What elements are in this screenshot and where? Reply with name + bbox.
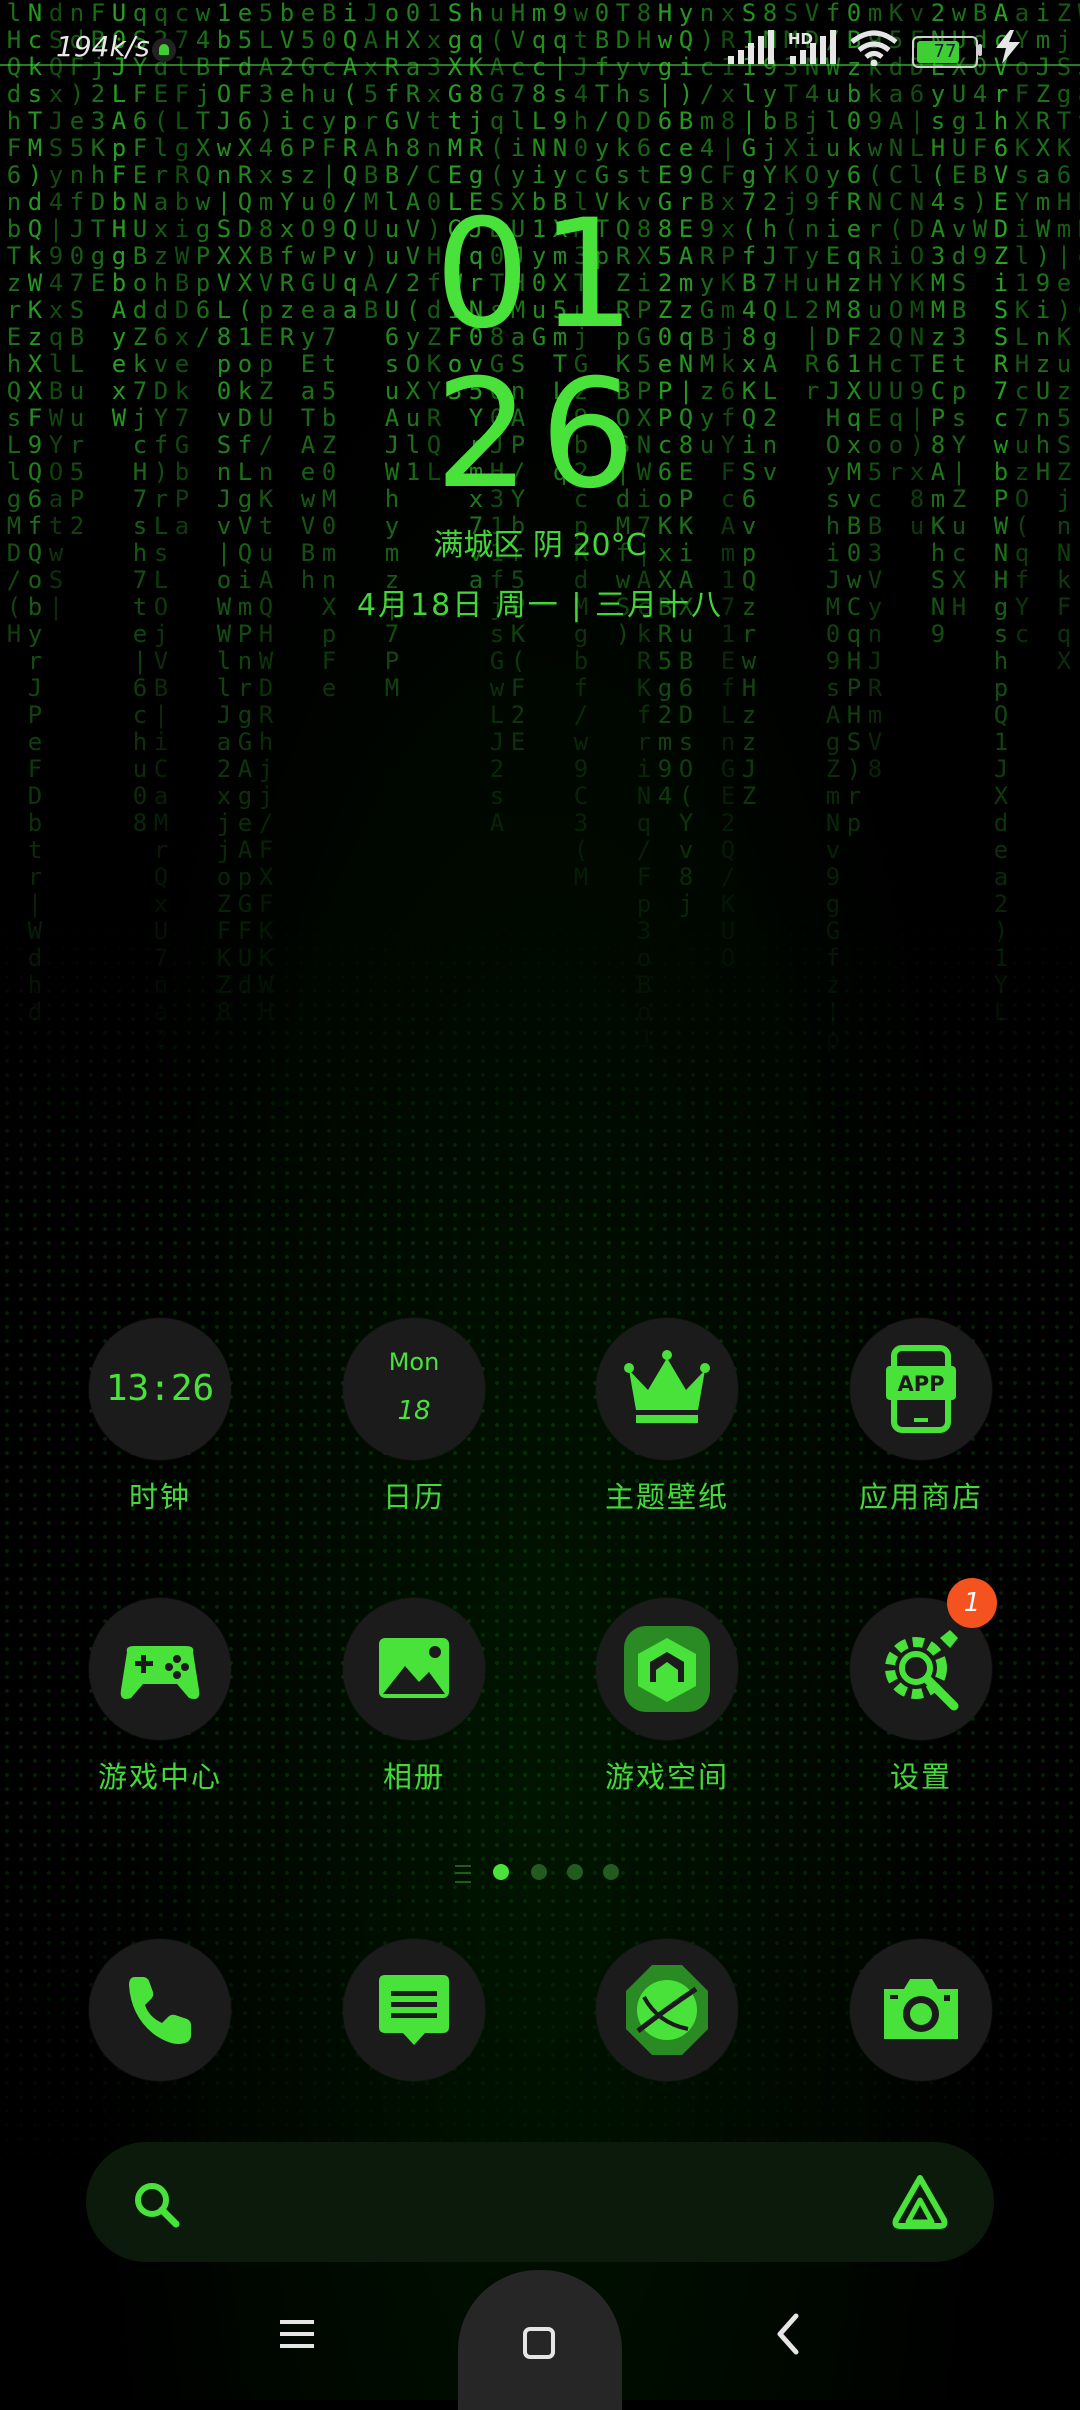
app-store-text: APP: [897, 1372, 944, 1396]
phone-icon: [129, 1977, 191, 2044]
battery-icon: 77: [912, 36, 978, 68]
app-store[interactable]: APP 应用商店: [821, 1318, 1021, 1516]
signal-icon: [728, 30, 774, 64]
status-bar: 194k/s HD 77: [0, 0, 1080, 68]
clock-icon: 13:26: [89, 1318, 231, 1460]
network-speed: 194k/s: [56, 30, 150, 63]
search-icon[interactable]: [132, 2180, 180, 2228]
game-space-icon: [624, 1626, 710, 1712]
app-label: 时钟: [128, 1480, 191, 1514]
calendar-icon: Mon 18: [343, 1318, 485, 1460]
app-label: 相册: [382, 1760, 445, 1794]
battery-level: 77: [933, 41, 957, 62]
navigation-bar: [0, 2260, 1080, 2410]
app-game-space[interactable]: 游戏空间: [567, 1598, 767, 1796]
page-dot: [531, 1864, 547, 1880]
clock-minute: 26: [434, 348, 646, 522]
notification-badge: 1: [947, 1578, 997, 1628]
page-dot: [603, 1864, 619, 1880]
weather-text: 满城区 阴 20°C: [433, 528, 647, 563]
camera-icon: [884, 1979, 958, 2039]
message-icon: [379, 1975, 449, 2045]
gamepad-icon: [120, 1646, 200, 1699]
dock-browser[interactable]: [567, 1939, 767, 2081]
app-label: 游戏空间: [604, 1760, 729, 1794]
home-button[interactable]: [458, 2270, 622, 2410]
app-label: 主题壁纸: [604, 1480, 729, 1514]
dock-phone[interactable]: [60, 1939, 260, 2081]
clock-hour: 01: [434, 188, 646, 362]
browser-icon: [626, 1965, 708, 2055]
app-themes[interactable]: 主题壁纸: [567, 1318, 767, 1516]
app-gallery[interactable]: 相册: [314, 1598, 514, 1796]
app-game-center[interactable]: 游戏中心: [60, 1598, 260, 1796]
back-icon[interactable]: [772, 2312, 804, 2356]
clock-icon-display: 13:26: [105, 1368, 215, 1409]
page-dot: [567, 1864, 583, 1880]
calendar-weekday: Mon: [388, 1348, 440, 1376]
app-label: 应用商店: [858, 1480, 983, 1514]
dock-messages[interactable]: [314, 1939, 514, 2081]
app-label: 设置: [889, 1760, 952, 1794]
charging-icon: [996, 30, 1020, 64]
calendar-day: 18: [397, 1396, 431, 1426]
assistant-icon[interactable]: [890, 2172, 950, 2232]
date-text: 4月18日 周一 | 三月十八: [357, 588, 723, 623]
app-settings[interactable]: 1 设置: [821, 1578, 1021, 1796]
app-calendar[interactable]: Mon 18 日历: [314, 1318, 514, 1516]
app-label: 游戏中心: [97, 1760, 222, 1794]
app-label: 日历: [382, 1480, 445, 1514]
page-dot-active: [493, 1864, 509, 1880]
crown-icon: [624, 1350, 710, 1423]
app-clock[interactable]: 13:26 时钟: [60, 1318, 260, 1516]
search-bar[interactable]: [86, 2142, 994, 2262]
wifi-icon: [850, 30, 898, 66]
home-icon: [523, 2327, 555, 2359]
gallery-icon: [379, 1638, 449, 1698]
battery-tip: [978, 44, 982, 56]
app-list-indicator-icon: [455, 1865, 471, 1883]
notification-icon: [152, 38, 176, 62]
signal-icon-2: [790, 30, 836, 64]
menu-icon[interactable]: [278, 2316, 318, 2352]
app-store-icon: APP: [886, 1345, 956, 1433]
dock-camera[interactable]: [821, 1939, 1021, 2081]
